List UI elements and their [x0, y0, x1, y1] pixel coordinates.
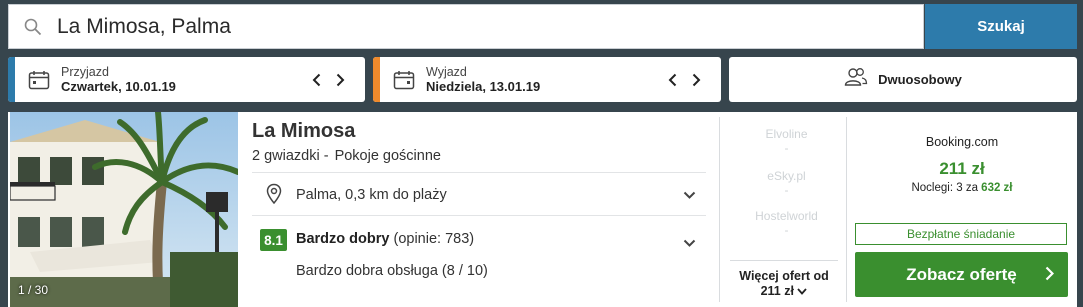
divider — [846, 117, 847, 302]
other-offer-price: - — [784, 183, 789, 197]
checkout-next-icon[interactable] — [689, 70, 703, 90]
other-offer-provider: Elvoline — [765, 127, 808, 141]
photo-counter: 1 / 30 — [18, 283, 49, 297]
best-offer-nights: Noclegi: 3 za 632 zł — [855, 182, 1069, 194]
other-offer-item[interactable]: Elvoline - — [728, 127, 845, 155]
hotel-name[interactable]: La Mimosa — [252, 120, 355, 143]
more-offers-price-line: 211 zł — [730, 284, 838, 299]
chevron-down-icon[interactable] — [683, 234, 696, 252]
other-offer-provider: eSky.pl — [767, 169, 806, 183]
rating-detail: Bardzo dobra obsługa (8 / 10) — [296, 263, 488, 279]
search-box[interactable] — [8, 4, 924, 49]
guests-field[interactable]: Dwuosobowy — [729, 57, 1077, 102]
checkin-value: Czwartek, 10.01.19 — [61, 78, 176, 94]
search-input[interactable] — [57, 14, 923, 39]
rating-row[interactable]: 8.1 Bardzo dobry (opinie: 783) Bardzo do… — [252, 215, 706, 307]
hotel-photo[interactable]: 1 / 30 — [10, 112, 238, 307]
guests-icon — [844, 67, 868, 92]
hotel-meta: 2 gwiazdki - Pokoje gościnne — [252, 148, 441, 164]
calendar-icon — [386, 70, 422, 90]
rating-reviews: (opinie: 783) — [393, 231, 475, 247]
more-offers-link[interactable]: Więcej ofert od 211 zł — [730, 260, 838, 299]
location-row[interactable]: Palma, 0,3 km do plaży — [252, 172, 706, 216]
other-offer-price: - — [784, 141, 789, 155]
best-offer-panel: Booking.com 211 zł Noclegi: 3 za 632 zł … — [855, 112, 1069, 307]
calendar-icon — [21, 70, 57, 90]
hotel-type: Pokoje gościnne — [334, 148, 441, 164]
checkin-label: Przyjazd — [61, 64, 109, 79]
best-offer-provider: Booking.com — [925, 135, 999, 149]
divider — [719, 117, 720, 302]
checkin-field[interactable]: Przyjazd Czwartek, 10.01.19 — [8, 57, 365, 102]
location-text: Palma, 0,3 km do plaży — [296, 186, 447, 203]
best-offer-price: 211 zł — [939, 159, 985, 178]
chevron-right-icon — [1045, 266, 1055, 286]
nights-total: 632 zł — [981, 182, 1013, 194]
search-button[interactable]: Szukaj — [925, 4, 1077, 49]
rating-label: Bardzo dobry — [296, 231, 390, 247]
hotel-result-card: 1 / 30 La Mimosa 2 gwiazdki - Pokoje gośc… — [8, 112, 1077, 307]
checkout-field[interactable]: Wyjazd Niedziela, 13.01.19 — [373, 57, 721, 102]
guests-value: Dwuosobowy — [878, 71, 962, 87]
free-breakfast-badge: Bezpłatne śniadanie — [855, 223, 1067, 245]
rating-line: Bardzo dobry (opinie: 783) — [296, 231, 474, 247]
other-offer-item[interactable]: eSky.pl - — [728, 169, 845, 197]
view-offer-label: Zobacz ofertę — [906, 264, 1017, 284]
more-offers-price: 211 zł — [760, 284, 794, 298]
checkout-value: Niedziela, 13.01.19 — [426, 78, 541, 94]
more-offers-label: Więcej ofert od — [739, 269, 829, 283]
checkin-accent — [8, 57, 15, 102]
rating-score-badge: 8.1 — [260, 229, 287, 251]
checkout-label: Wyjazd — [426, 64, 467, 79]
view-offer-button[interactable]: Zobacz ofertę — [855, 252, 1068, 297]
nights-prefix: Noclegi: 3 za — [911, 182, 978, 194]
other-offer-provider: Hostelworld — [755, 209, 818, 223]
checkout-accent — [373, 57, 380, 102]
other-offer-price: - — [784, 223, 789, 237]
location-pin-icon — [266, 183, 282, 210]
chevron-down-icon — [797, 284, 808, 298]
checkin-prev-icon[interactable] — [309, 70, 323, 90]
hotel-stars: 2 gwiazdki - — [252, 148, 329, 164]
chevron-down-icon[interactable] — [683, 186, 696, 204]
other-offer-item[interactable]: Hostelworld - — [728, 209, 845, 237]
checkout-prev-icon[interactable] — [665, 70, 679, 90]
checkin-next-icon[interactable] — [333, 70, 347, 90]
search-icon — [9, 4, 57, 49]
